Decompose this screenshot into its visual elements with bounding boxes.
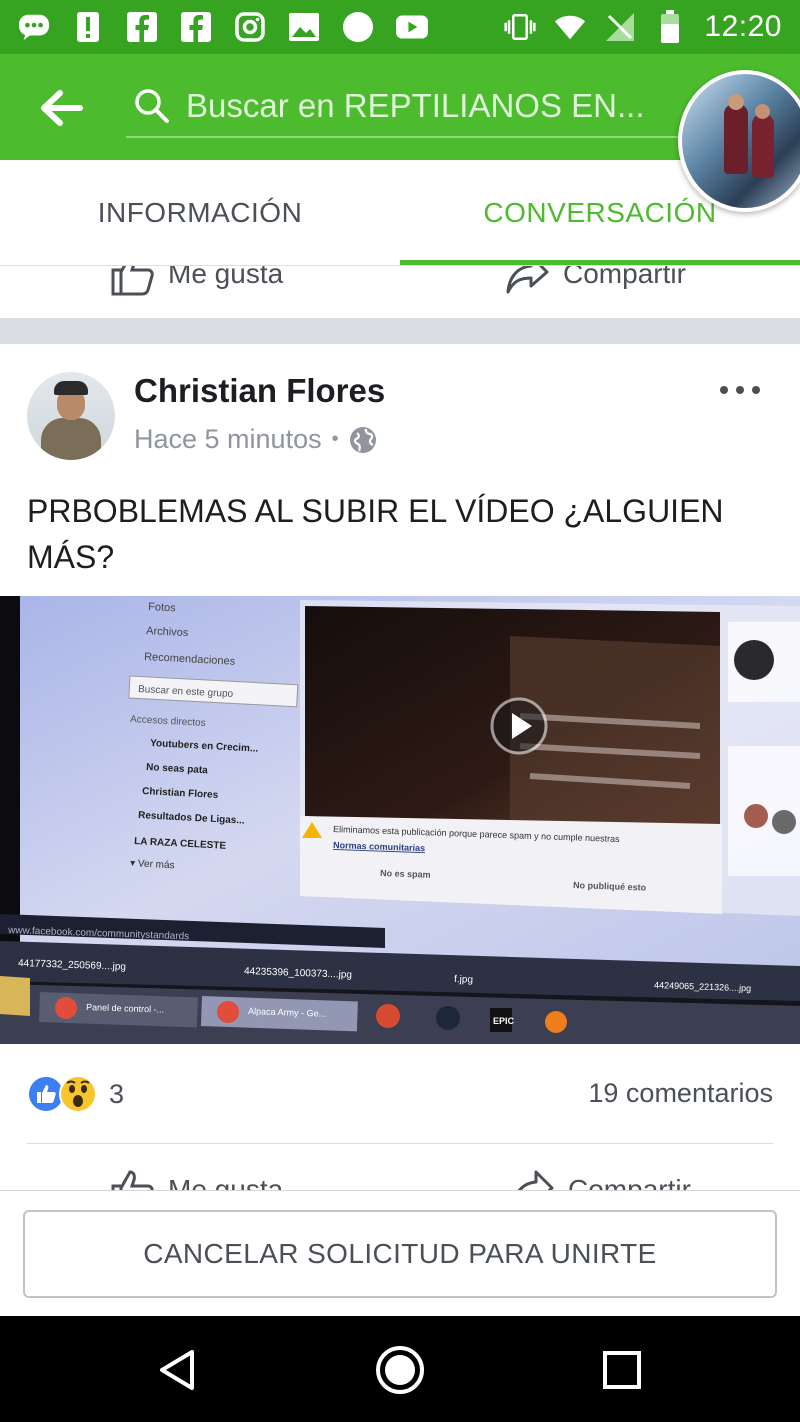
globe-icon xyxy=(349,426,376,453)
share-label: Compartir xyxy=(568,1174,691,1190)
share-icon xyxy=(506,266,549,294)
nav-recents-icon[interactable] xyxy=(594,1342,650,1398)
post-meta: Hace 5 minutos • xyxy=(134,424,377,455)
group-cover-avatar[interactable] xyxy=(678,70,800,212)
share-button[interactable]: Compartir xyxy=(510,1168,691,1190)
vibrate-icon xyxy=(504,11,537,43)
battery-icon xyxy=(654,10,686,43)
prev-share-label: Compartir xyxy=(563,266,686,289)
reaction-count: 3 xyxy=(109,1078,125,1109)
search-placeholder: Buscar en REPTILIANOS EN... xyxy=(186,87,645,124)
actions-separator xyxy=(27,1143,773,1144)
comments-count[interactable]: 19 comentarios xyxy=(588,1078,773,1109)
share-icon xyxy=(517,1170,554,1190)
facebook-icon xyxy=(180,11,212,43)
join-bar: CANCELAR SOLICITUD PARA UNIRTE xyxy=(0,1190,800,1316)
like-icon xyxy=(111,266,154,296)
post-text: PRBOBLEMAS AL SUBIR EL VÍDEO ¿ALGUIEN MÁ… xyxy=(27,493,724,575)
post-time[interactable]: Hace 5 minutos xyxy=(134,424,322,455)
wifi-icon xyxy=(554,11,586,43)
system-indicators: 12:20 xyxy=(504,10,782,44)
no-signal-icon xyxy=(604,11,636,43)
post-author[interactable]: Christian Flores xyxy=(134,372,385,410)
meta-dot: • xyxy=(331,428,339,450)
back-arrow-icon[interactable] xyxy=(38,84,86,132)
tab-informacion[interactable]: INFORMACIÓN xyxy=(0,160,400,266)
active-tab-indicator xyxy=(400,260,800,265)
instagram-icon xyxy=(234,11,266,43)
nav-back-icon[interactable] xyxy=(150,1342,206,1398)
gallery-icon xyxy=(288,11,320,43)
nav-home-icon[interactable] xyxy=(372,1342,428,1398)
prev-share-button[interactable]: Compartir xyxy=(505,266,686,296)
messenger-icon xyxy=(18,11,50,43)
screen-photo: Fotos Archivos Recomendaciones Buscar en… xyxy=(0,596,800,1044)
previous-post-actions: Me gusta Compartir xyxy=(0,266,800,318)
reaction-summary[interactable]: 3 xyxy=(27,1072,124,1116)
post-options-icon[interactable] xyxy=(720,378,760,402)
author-avatar[interactable] xyxy=(27,372,115,460)
circle-icon xyxy=(342,11,374,43)
youtube-icon xyxy=(396,11,428,43)
group-search-input[interactable]: Buscar en REPTILIANOS EN... xyxy=(126,76,682,138)
cancel-join-request-button[interactable]: CANCELAR SOLICITUD PARA UNIRTE xyxy=(23,1210,777,1298)
alert-icon xyxy=(72,11,104,43)
post-actions: Me gusta Compartir xyxy=(0,1160,800,1190)
system-nav-bar xyxy=(0,1316,800,1422)
post-photo[interactable]: Fotos Archivos Recomendaciones Buscar en… xyxy=(0,596,800,1044)
like-button[interactable]: Me gusta xyxy=(110,1168,283,1190)
media-sidebar-item-0: Fotos xyxy=(148,601,177,614)
media-epic-label: EPIC xyxy=(493,1016,515,1026)
notification-icons xyxy=(18,11,428,43)
clock: 12:20 xyxy=(704,10,782,43)
prev-like-label: Me gusta xyxy=(168,266,284,289)
media-see-more: ▾ Ver más xyxy=(130,858,175,871)
like-label: Me gusta xyxy=(168,1174,284,1190)
wow-reaction-icon xyxy=(59,1075,97,1113)
search-icon xyxy=(135,89,169,123)
feed-divider xyxy=(0,318,800,344)
media-sidebar-item-1: Archivos xyxy=(146,625,189,639)
like-icon xyxy=(111,1170,154,1190)
media-not-spam: No es spam xyxy=(380,868,431,880)
media-download-2: f.jpg xyxy=(454,974,473,986)
prev-like-button[interactable]: Me gusta xyxy=(110,266,283,296)
facebook-icon xyxy=(126,11,158,43)
group-tabs: INFORMACIÓN CONVERSACIÓN xyxy=(0,160,800,266)
status-bar: 12:20 xyxy=(0,0,800,54)
